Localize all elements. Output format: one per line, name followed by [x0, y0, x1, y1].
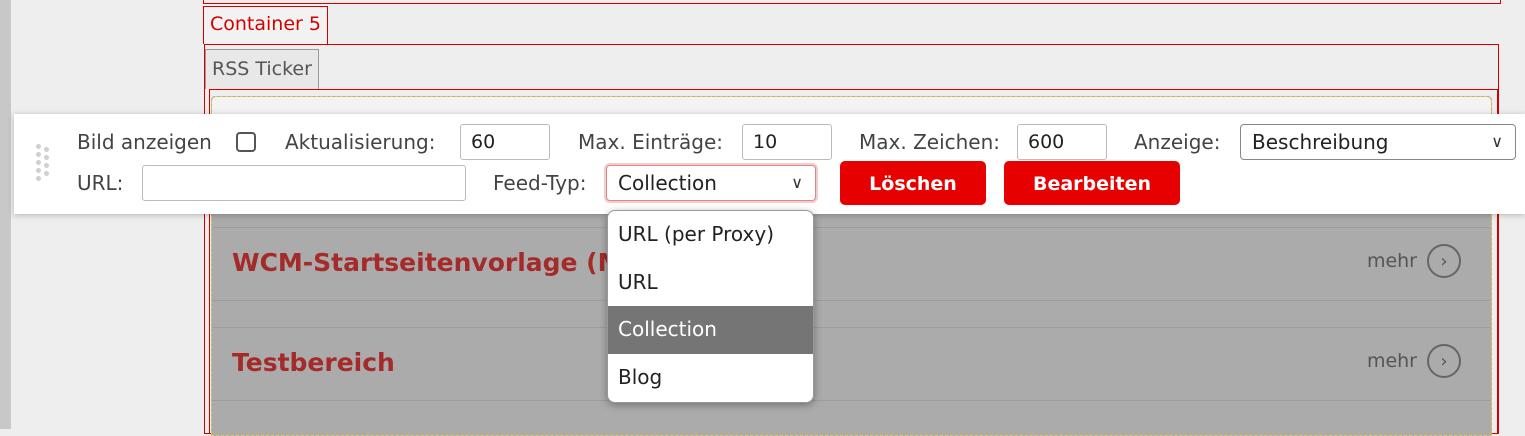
more-link[interactable]: mehr ›: [1367, 244, 1461, 278]
feed-type-select[interactable]: Collection ∨: [606, 165, 816, 201]
feed-type-option-url[interactable]: URL: [608, 259, 813, 307]
news-item[interactable]: Testbereich mehr ›: [212, 327, 1491, 401]
news-item-title[interactable]: Testbereich: [232, 348, 395, 377]
refresh-input[interactable]: [460, 124, 550, 160]
feed-type-option-url-proxy[interactable]: URL (per Proxy): [608, 211, 813, 259]
content-header-strip: [212, 97, 1491, 115]
max-chars-input[interactable]: [1017, 124, 1107, 160]
max-entries-label: Max. Einträge:: [578, 130, 723, 154]
left-sidebar-edge: [0, 0, 11, 429]
display-select-value: Beschreibung: [1252, 130, 1389, 154]
feed-type-select-value: Collection: [618, 171, 717, 195]
show-image-checkbox[interactable]: [236, 132, 256, 152]
chevron-down-icon: ∨: [1491, 132, 1503, 151]
feed-type-label: Feed-Typ:: [493, 171, 587, 195]
container-tab[interactable]: Container 5: [203, 6, 328, 44]
show-image-label: Bild anzeigen: [77, 130, 212, 154]
news-item[interactable]: WCM-Startseitenvorlage (Mu mehr ›: [212, 227, 1491, 301]
more-label: mehr: [1366, 350, 1417, 372]
feed-type-dropdown-list[interactable]: URL (per Proxy) URL Collection Blog: [607, 210, 814, 403]
refresh-label: Aktualisierung:: [285, 130, 436, 154]
more-label: mehr: [1366, 250, 1417, 272]
max-chars-label: Max. Zeichen:: [859, 130, 1001, 154]
display-label: Anzeige:: [1134, 130, 1221, 154]
drag-handle-icon[interactable]: [34, 144, 58, 184]
outer-container-frame: [203, 0, 1501, 4]
feed-type-option-collection[interactable]: Collection: [608, 306, 813, 354]
edit-button[interactable]: Bearbeiten: [1004, 161, 1180, 205]
chevron-right-circle-icon[interactable]: ›: [1427, 244, 1461, 278]
more-link[interactable]: mehr ›: [1367, 344, 1461, 378]
module-settings-toolbar: Bild anzeigen Aktualisierung: Max. Eintr…: [14, 114, 1525, 214]
url-label: URL:: [77, 171, 124, 195]
news-item-title[interactable]: WCM-Startseitenvorlage (Mu: [232, 248, 640, 277]
url-input[interactable]: [142, 165, 466, 201]
rss-ticker-tab[interactable]: RSS Ticker: [205, 49, 319, 89]
display-select[interactable]: Beschreibung ∨: [1240, 124, 1516, 160]
feed-type-option-blog[interactable]: Blog: [608, 354, 813, 402]
chevron-right-circle-icon[interactable]: ›: [1427, 344, 1461, 378]
chevron-down-icon: ∨: [791, 173, 803, 192]
delete-button[interactable]: Löschen: [840, 161, 986, 205]
max-entries-input[interactable]: [742, 124, 832, 160]
